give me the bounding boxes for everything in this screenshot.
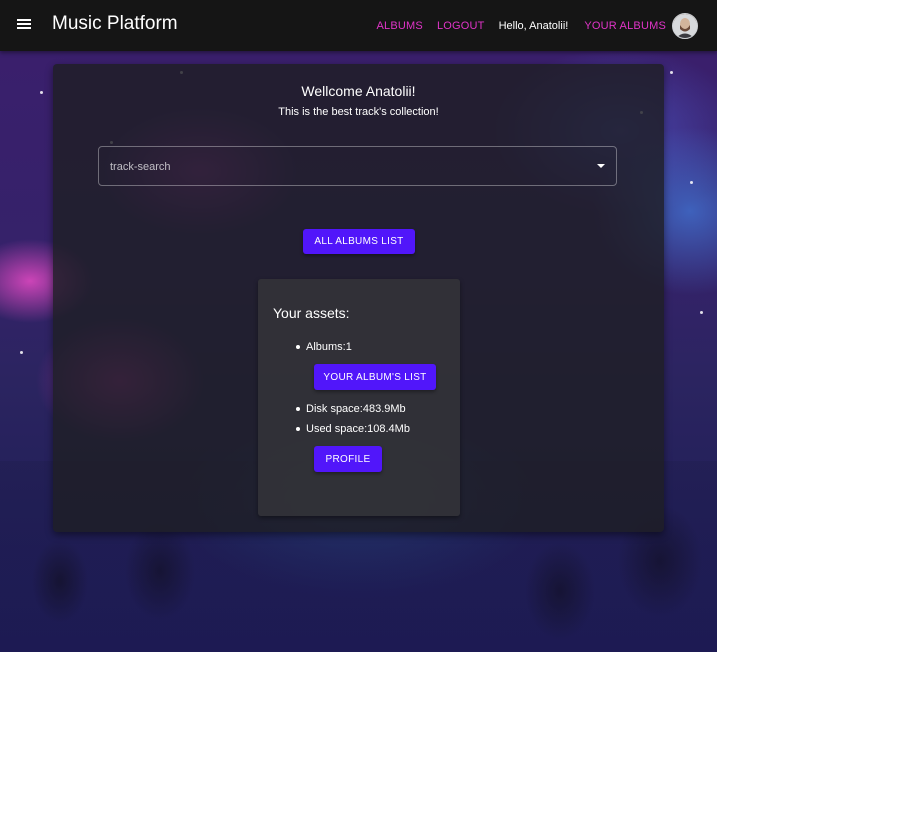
light-sparkle xyxy=(20,351,23,354)
hamburger-menu-icon[interactable] xyxy=(16,17,32,33)
user-avatar[interactable] xyxy=(672,12,698,39)
bullet-icon xyxy=(296,427,300,431)
assets-albums-count: Albums:1 xyxy=(306,341,352,353)
avatar-icon xyxy=(673,13,697,38)
nav-albums-link[interactable]: ALBUMS xyxy=(377,20,423,32)
assets-title: Your assets: xyxy=(273,305,350,321)
bullet-icon xyxy=(296,345,300,349)
top-nav: ALBUMS LOGOUT Hello, Anatolii! YOUR ALBU… xyxy=(363,0,698,51)
track-search-select[interactable]: track-search xyxy=(98,146,617,186)
welcome-subtitle: This is the best track's collection! xyxy=(278,106,439,118)
welcome-heading: Wellcome Anatolii! xyxy=(301,83,416,99)
light-sparkle xyxy=(40,91,43,94)
your-albums-list-button[interactable]: YOUR ALBUM'S LIST xyxy=(314,364,436,390)
app-title: Music Platform xyxy=(52,13,178,34)
welcome-card: Wellcome Anatolii! This is the best trac… xyxy=(53,64,664,532)
light-sparkle xyxy=(690,181,693,184)
assets-albums-item: Albums:1 xyxy=(296,341,352,353)
assets-used-space: Used space:108.4Mb xyxy=(306,423,410,435)
track-search-placeholder: track-search xyxy=(110,161,171,173)
assets-disk-space-item: Disk space:483.9Mb xyxy=(296,403,406,415)
bullet-icon xyxy=(296,407,300,411)
app-viewport: Music Platform ALBUMS LOGOUT Hello, Anat… xyxy=(0,0,717,652)
light-sparkle xyxy=(670,71,673,74)
all-albums-list-button[interactable]: ALL ALBUMS LIST xyxy=(303,229,415,254)
assets-panel: Your assets: Albums:1 YOUR ALBUM'S LIST … xyxy=(258,279,460,516)
light-sparkle xyxy=(700,311,703,314)
assets-disk-space: Disk space:483.9Mb xyxy=(306,403,406,415)
app-bar: Music Platform ALBUMS LOGOUT Hello, Anat… xyxy=(0,0,717,51)
nav-your-albums-link[interactable]: YOUR ALBUMS xyxy=(584,20,666,32)
arrow-drop-down-icon[interactable] xyxy=(597,164,605,168)
user-greeting: Hello, Anatolii! xyxy=(498,19,569,32)
nav-logout-link[interactable]: LOGOUT xyxy=(437,20,485,32)
assets-used-space-item: Used space:108.4Mb xyxy=(296,423,410,435)
profile-button[interactable]: PROFILE xyxy=(314,446,382,472)
